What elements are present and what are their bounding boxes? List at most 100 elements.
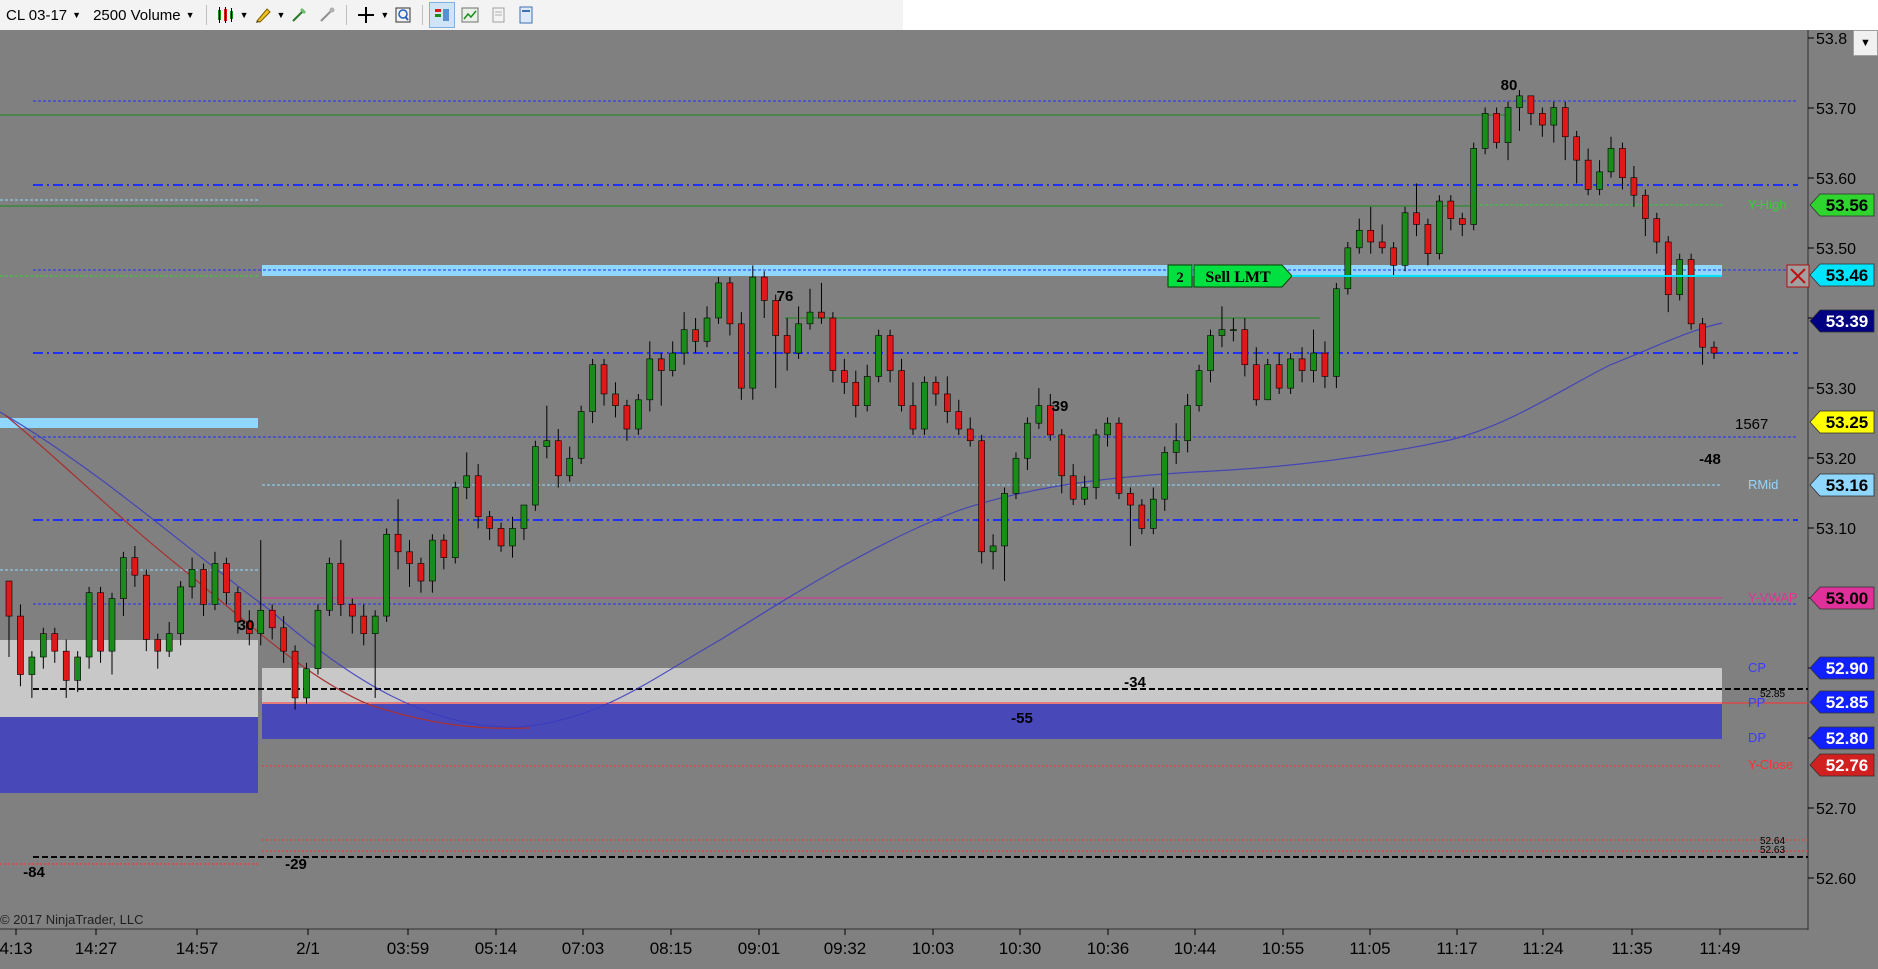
candle-body[interactable] [120, 557, 127, 599]
candle-body[interactable] [1710, 346, 1718, 354]
candle-body[interactable] [1424, 224, 1432, 254]
candle-body[interactable] [1127, 493, 1134, 506]
candle-body[interactable] [474, 475, 482, 518]
candle-body[interactable] [1630, 177, 1638, 196]
candle-body[interactable] [509, 528, 516, 547]
candle-body[interactable] [97, 592, 104, 652]
candle-body[interactable] [760, 276, 768, 301]
candle-body[interactable] [131, 557, 139, 576]
candle-body[interactable] [772, 300, 779, 336]
candle-body[interactable] [394, 533, 402, 553]
instrument-selector[interactable]: CL 03-17 ▼ [0, 2, 87, 28]
candle-body[interactable] [1275, 364, 1283, 389]
candle-body[interactable] [28, 656, 36, 675]
drawing-tools-icon[interactable] [286, 2, 312, 28]
candle-body[interactable] [1172, 440, 1180, 453]
chevron-down-icon[interactable]: ▼ [277, 10, 286, 20]
candle-body[interactable] [818, 311, 825, 319]
candle-body[interactable] [1321, 352, 1329, 377]
candlestick-icon[interactable] [213, 2, 239, 28]
candle-body[interactable] [657, 358, 665, 371]
candle-body[interactable] [646, 358, 654, 401]
candle-body[interactable] [1115, 422, 1123, 494]
candle-body[interactable] [371, 615, 379, 634]
candle-body[interactable] [326, 563, 333, 611]
candle-body[interactable] [600, 364, 608, 395]
candle-body[interactable] [520, 504, 528, 529]
candle-body[interactable] [1058, 434, 1066, 477]
candle-body[interactable] [1561, 107, 1569, 138]
candle-body[interactable] [795, 323, 802, 354]
candle-body[interactable] [966, 428, 974, 442]
candle-body[interactable] [40, 633, 47, 658]
candle-body[interactable] [955, 411, 963, 430]
candle-body[interactable] [200, 569, 207, 605]
candle-body[interactable] [143, 574, 150, 640]
candle-body[interactable] [1378, 241, 1386, 249]
candle-body[interactable] [1504, 107, 1512, 143]
candle-body[interactable] [291, 650, 299, 699]
candle-body[interactable] [829, 317, 837, 371]
candle-body[interactable] [1664, 241, 1672, 295]
candle-body[interactable] [1699, 323, 1706, 348]
candle-body[interactable] [1676, 259, 1683, 295]
candle-body[interactable] [1104, 422, 1111, 436]
candle-body[interactable] [1642, 194, 1649, 219]
candle-body[interactable] [1092, 434, 1100, 488]
bar-type-selector[interactable]: 2500 Volume ▼ [87, 2, 201, 28]
candle-body[interactable] [806, 311, 814, 325]
candle-body[interactable] [1687, 259, 1695, 325]
candle-body[interactable] [589, 364, 596, 412]
candle-body[interactable] [440, 539, 448, 558]
candle-body[interactable] [1001, 493, 1008, 547]
candle-body[interactable] [726, 282, 734, 325]
candle-body[interactable] [303, 668, 310, 699]
candle-body[interactable] [875, 335, 882, 377]
chevron-down-icon[interactable]: ▼ [380, 10, 389, 20]
candle-body[interactable] [1218, 329, 1226, 336]
chart-trader-icon[interactable] [429, 2, 456, 28]
candle-body[interactable] [154, 639, 162, 652]
candle-body[interactable] [383, 533, 390, 617]
candle-body[interactable] [749, 276, 757, 389]
candle-body[interactable] [188, 569, 196, 588]
candle-body[interactable] [1012, 457, 1020, 494]
candle-body[interactable] [108, 598, 116, 652]
candle-body[interactable] [497, 528, 505, 547]
candle-body[interactable] [989, 545, 997, 553]
candle-body[interactable] [1230, 329, 1237, 331]
zoom-icon[interactable] [390, 2, 416, 28]
candle-body[interactable] [5, 580, 13, 617]
candle-body[interactable] [1481, 113, 1489, 149]
candle-body[interactable] [1161, 452, 1169, 500]
candle-body[interactable] [1241, 329, 1249, 366]
candle-body[interactable] [932, 381, 940, 395]
candle-body[interactable] [1264, 364, 1272, 401]
candle-body[interactable] [566, 457, 574, 477]
candle-body[interactable] [51, 633, 59, 652]
candle-body[interactable] [1310, 352, 1317, 371]
candle-body[interactable] [543, 440, 551, 447]
chevron-down-icon[interactable]: ▼ [240, 10, 249, 20]
chart-style-icon[interactable] [457, 2, 483, 28]
candle-body[interactable] [703, 317, 711, 342]
candle-body[interactable] [429, 539, 436, 582]
candle-body[interactable] [280, 627, 287, 652]
candle-body[interactable] [486, 516, 493, 529]
candle-body[interactable] [406, 551, 413, 564]
candle-body[interactable] [314, 609, 322, 670]
candle-body[interactable] [1195, 370, 1203, 406]
candle-body[interactable] [692, 329, 699, 342]
candle-body[interactable] [1081, 487, 1088, 500]
candle-body[interactable] [669, 352, 676, 371]
candle-body[interactable] [1584, 159, 1592, 190]
candle-body[interactable] [337, 563, 345, 605]
candle-body[interactable] [612, 393, 619, 406]
candle-body[interactable] [360, 615, 368, 634]
order-type-label[interactable]: Sell LMT [1205, 269, 1271, 286]
candle-body[interactable] [1069, 475, 1077, 500]
candle-body[interactable] [1149, 498, 1157, 529]
candle-body[interactable] [1344, 247, 1352, 290]
candle-body[interactable] [1333, 288, 1340, 377]
candle-body[interactable] [62, 650, 70, 681]
